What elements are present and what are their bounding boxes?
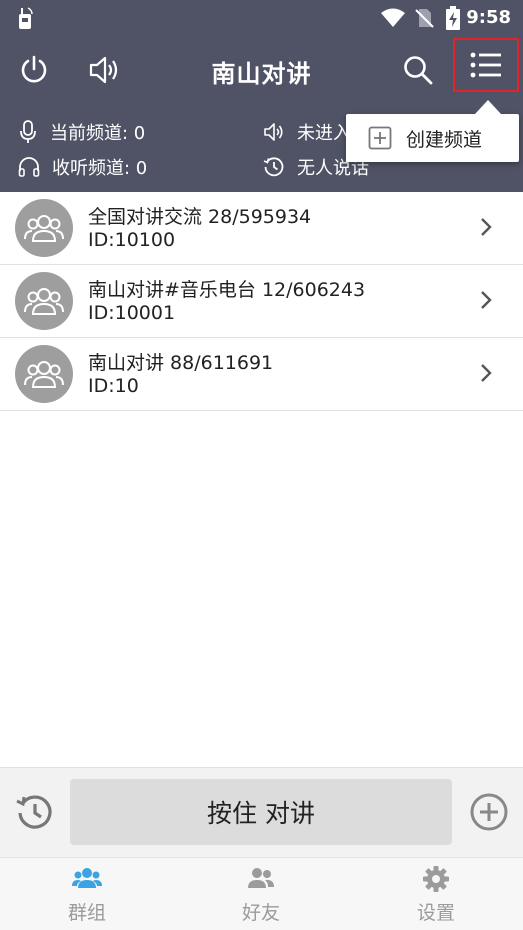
menu-button[interactable] [453,38,519,92]
list-menu-icon [470,52,501,78]
chevron-right-icon [481,291,492,309]
channel-id: ID:10100 [88,229,176,251]
avatar [15,345,73,403]
avatar [15,199,73,257]
channel-id: ID:10001 [88,302,176,324]
volume-icon [264,123,283,141]
search-button[interactable] [398,50,438,90]
popup-arrow [475,100,501,114]
clock: 9:58 [466,7,511,28]
wifi-icon [381,8,405,27]
push-to-talk-label: 按住 对讲 [207,799,315,828]
channel-list: 全国对讲交流 28/595934 ID:10100 南山对讲#音乐电台 12/6… [0,192,523,411]
channel-name: 南山对讲 88/611691 [88,352,274,374]
avatar [15,272,73,330]
group-icon [72,868,102,888]
tab-groups-label: 群组 [67,902,106,924]
push-to-talk-button[interactable]: 按住 对讲 [70,779,452,845]
create-channel-menu-item[interactable]: 创建频道 [406,125,482,152]
channel-id: ID:10 [88,375,139,397]
gear-icon [423,866,449,892]
history-icon [16,795,52,829]
search-icon [404,56,433,85]
channel-row[interactable]: 南山对讲#音乐电台 12/606243 ID:10001 [0,265,523,338]
add-button[interactable] [469,792,509,836]
status-bar: 9:58 [0,0,523,36]
battery-charging-icon [446,6,460,30]
group-avatar-icon [24,361,64,388]
add-circle-icon [470,793,508,831]
current-channel-text: 当前频道: 0 [50,123,146,144]
app-bar: 南山对讲 [0,36,523,104]
listen-channel-info: 收听频道: 0 [18,154,147,180]
history-icon [263,157,284,177]
tab-friends[interactable]: 好友 [201,864,321,925]
channel-row[interactable]: 全国对讲交流 28/595934 ID:10100 [0,192,523,265]
page-title: 南山对讲 [211,60,312,88]
enter-status-info: 未进入 [263,119,351,145]
group-avatar-icon [24,215,64,242]
listen-channel-text: 收听频道: 0 [52,158,148,179]
tab-settings-label: 设置 [416,902,455,924]
chevron-right-icon [481,364,492,382]
current-channel-info: 当前频道: 0 [18,119,145,145]
tab-settings[interactable]: 设置 [376,864,496,925]
no-sim-icon [415,9,434,28]
microphone-icon [20,120,36,143]
enter-status-text: 未进入 [297,123,351,144]
friends-icon [248,868,274,888]
dropdown-menu: 创建频道 [346,100,519,162]
add-box-icon [368,126,392,150]
ptt-bar: 按住 对讲 [0,767,523,858]
tab-friends-label: 好友 [241,902,280,924]
history-button[interactable] [14,792,56,838]
headphones-icon [18,157,40,177]
channel-row[interactable]: 南山对讲 88/611691 ID:10 [0,338,523,411]
walkie-talkie-icon [19,7,33,29]
channel-name: 南山对讲#音乐电台 12/606243 [88,279,366,301]
chevron-right-icon [481,218,492,236]
tab-groups[interactable]: 群组 [27,864,147,925]
group-avatar-icon [24,288,64,315]
bottom-tab-bar: 群组 好友 设置 [0,857,523,930]
channel-name: 全国对讲交流 28/595934 [88,206,312,228]
